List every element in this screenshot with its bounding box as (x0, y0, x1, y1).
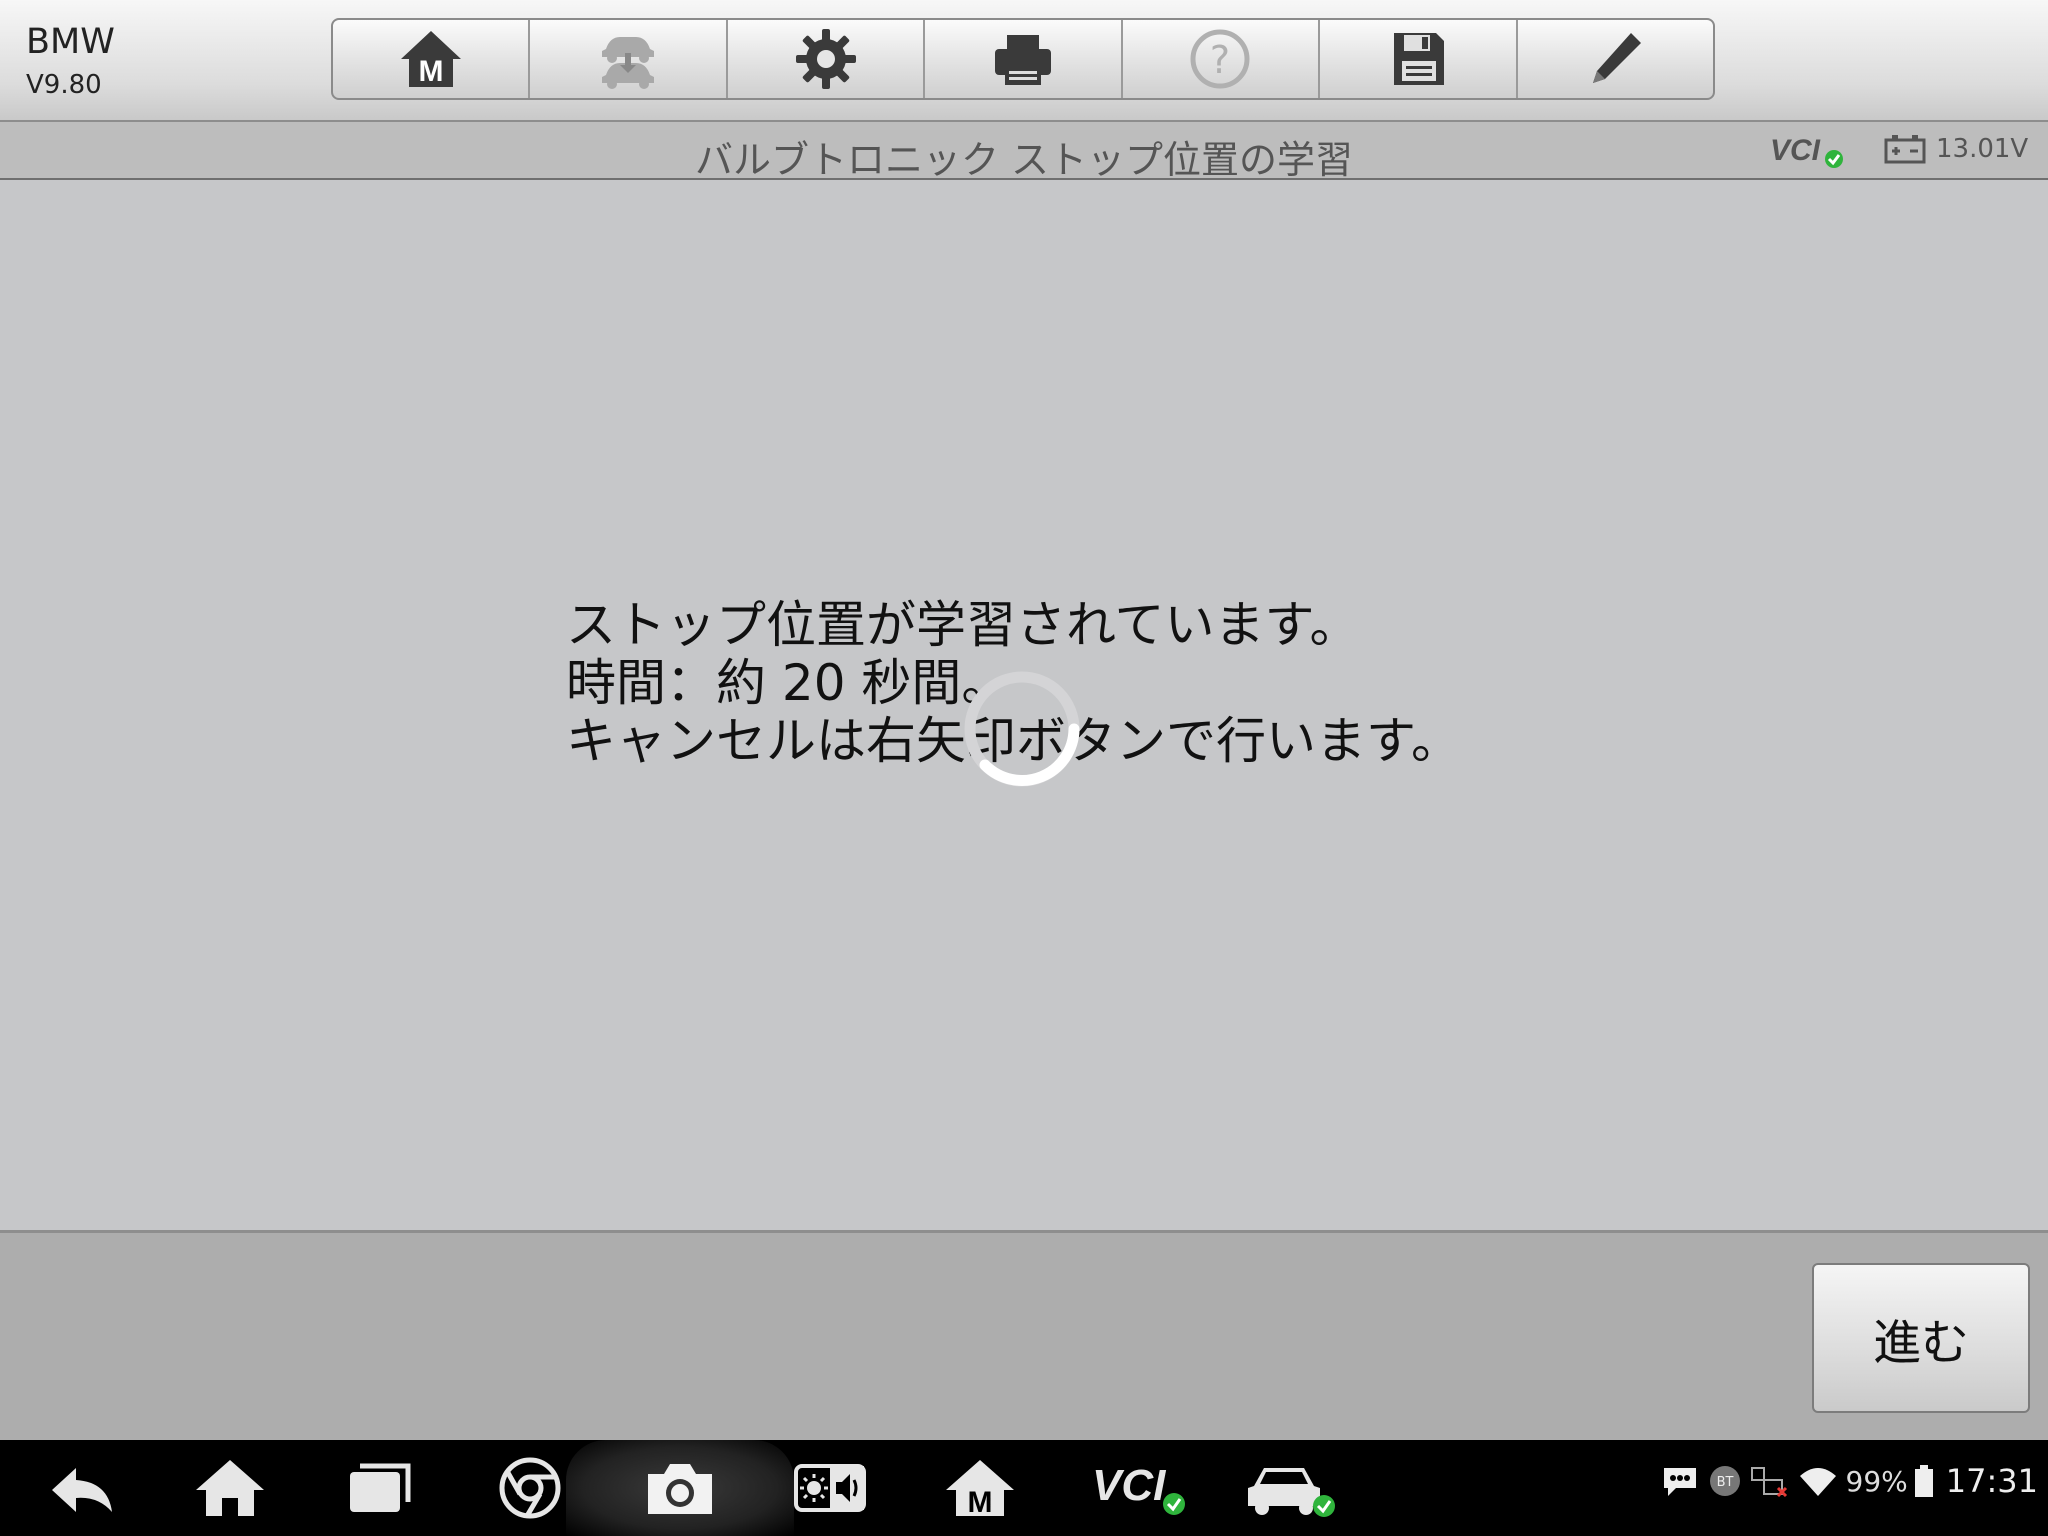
vci-connected-icon: VCI (1770, 134, 1843, 168)
settings-button[interactable] (728, 20, 926, 98)
loading-spinner (964, 671, 1080, 787)
battery-icon (1884, 135, 1926, 164)
footer-panel: 進む (0, 1230, 2048, 1443)
brightness-volume-button[interactable] (790, 1454, 870, 1522)
chat-notification-icon (1663, 1468, 1696, 1496)
battery-percent: 99% (1845, 1464, 1908, 1498)
vci-nav-label: VCI (1092, 1461, 1166, 1510)
page-title: バルブトロニック ストップ位置の学習 (694, 138, 1354, 182)
chrome-icon (499, 1457, 561, 1519)
recent-apps-button[interactable] (340, 1454, 420, 1522)
app-version: V9.80 (26, 70, 102, 100)
vehicle-swap-icon (602, 37, 655, 89)
message-line: ストップ位置が学習されています。 (566, 596, 1360, 654)
battery-voltage: 13.01V (1936, 134, 2029, 164)
back-nav-button[interactable] (42, 1454, 122, 1522)
main-content: ストップ位置が学習されています。 時間：約 20 秒間。 キャンセルは右矢印ボタ… (0, 180, 2048, 1230)
battery-status: 13.01V (1884, 134, 2028, 164)
next-button[interactable]: 進む (1812, 1263, 2030, 1413)
vehicle-connection-button[interactable] (1240, 1454, 1340, 1522)
home-button[interactable]: M (333, 20, 531, 98)
print-button[interactable] (925, 20, 1123, 98)
printer-icon (994, 35, 1051, 85)
svg-text:M: M (418, 55, 443, 88)
svg-text:?: ? (1210, 38, 1230, 82)
floppy-disk-icon (1393, 33, 1444, 85)
edit-button[interactable] (1518, 20, 1713, 98)
bluetooth-icon: BT (1709, 1466, 1740, 1496)
network-disconnected-icon (1750, 1467, 1787, 1498)
back-arrow-icon (52, 1468, 112, 1512)
maxisys-home-button[interactable]: M (940, 1454, 1020, 1522)
main-toolbar: M ? (331, 18, 1715, 100)
system-nav-bar: M VCI BT 99% 17:31 (0, 1440, 2048, 1536)
screenshot-button[interactable] (640, 1454, 720, 1522)
app-name: BMW (26, 22, 115, 62)
vci-connected-icon: VCI (1092, 1461, 1185, 1515)
camera-icon (648, 1464, 712, 1514)
clock: 17:31 (1945, 1462, 2038, 1500)
top-toolbar-area: BMW V9.80 M ? (0, 0, 2048, 122)
vci-nav-button[interactable]: VCI (1090, 1454, 1190, 1522)
home-nav-button[interactable] (190, 1454, 270, 1522)
brightness-volume-icon (794, 1464, 866, 1512)
bt-label: BT (1716, 1475, 1733, 1490)
vehicle-swap-button[interactable] (530, 20, 728, 98)
help-icon: ? (1190, 29, 1250, 89)
recent-apps-icon (350, 1463, 411, 1512)
chrome-button[interactable] (490, 1454, 570, 1522)
save-button[interactable] (1320, 20, 1518, 98)
home-icon (196, 1460, 264, 1516)
help-button[interactable]: ? (1123, 20, 1321, 98)
status-tray: BT 99% 17:31 (1660, 1462, 2038, 1500)
battery-icon (1914, 1465, 1933, 1497)
car-connected-icon (1248, 1468, 1335, 1517)
vci-label: VCI (1770, 134, 1821, 167)
wifi-icon (1799, 1468, 1836, 1496)
svg-text:M: M (968, 1486, 993, 1519)
pencil-icon (1593, 33, 1642, 83)
gear-icon (795, 29, 856, 89)
home-m-icon: M (946, 1460, 1014, 1519)
title-bar: バルブトロニック ストップ位置の学習 VCI 13.01V (0, 122, 2048, 182)
home-m-icon: M (400, 31, 461, 88)
